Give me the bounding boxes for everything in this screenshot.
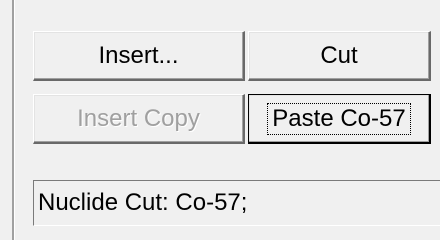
cut-button[interactable]: Cut [248,31,431,81]
cut-button-label: Cut [320,41,358,69]
insert-button-label: Insert... [98,41,179,69]
insert-button[interactable]: Insert... [33,31,245,81]
insert-copy-button[interactable]: Insert Copy [33,94,245,144]
status-text: Nuclide Cut: Co-57; [38,189,248,216]
status-field: Nuclide Cut: Co-57; [33,180,440,226]
insert-copy-button-label: Insert Copy [77,104,200,132]
paste-button-label: Paste Co-57 [267,102,411,135]
nuclide-edit-panel: Insert... Cut Insert Copy Paste Co-57 Nu… [0,0,440,240]
paste-button[interactable]: Paste Co-57 [248,94,431,144]
panel-divider [12,0,15,240]
